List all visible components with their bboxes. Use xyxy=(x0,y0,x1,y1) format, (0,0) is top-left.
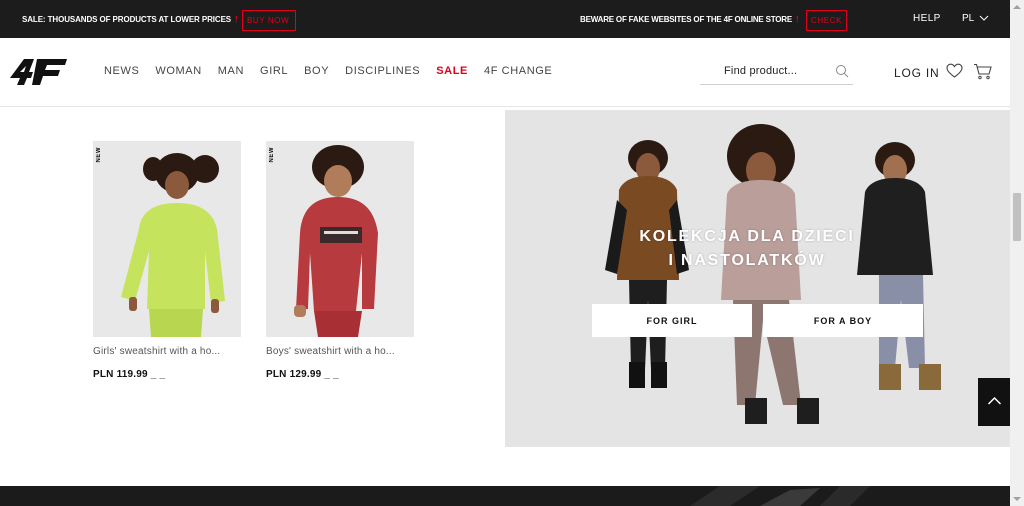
page: SALE: THOUSANDS OF PRODUCTS AT LOWER PRI… xyxy=(0,0,1024,506)
nav-man[interactable]: MAN xyxy=(218,65,244,77)
nav-girl[interactable]: GIRL xyxy=(260,65,288,77)
footer-image xyxy=(0,486,1010,506)
product-name[interactable]: Boys' sweatshirt with a ho... xyxy=(266,346,414,357)
main-nav: NEWS WOMAN MAN GIRL BOY DISCIPLINES SALE… xyxy=(104,65,568,77)
search-placeholder: Find product... xyxy=(724,65,798,77)
product-price: PLN 119.99 _ _ xyxy=(93,369,166,380)
banner-title-line2: I NASTOLATKÓW xyxy=(668,252,826,269)
login-link[interactable]: LOG IN xyxy=(894,66,939,80)
banner-title: KOLEKCJA DLA DZIECI I NASTOLATKÓW xyxy=(631,225,863,273)
scroll-up-arrow-icon[interactable] xyxy=(1013,4,1021,10)
brand-logo[interactable] xyxy=(7,56,69,86)
promo-bar: SALE: THOUSANDS OF PRODUCTS AT LOWER PRI… xyxy=(0,0,1010,38)
kids-models-photo xyxy=(505,110,1010,447)
back-to-top-button[interactable] xyxy=(978,378,1011,426)
nav-news[interactable]: NEWS xyxy=(104,65,139,77)
main-header: NEWS WOMAN MAN GIRL BOY DISCIPLINES SALE… xyxy=(0,38,1010,107)
warning-exclamation-icon: ! xyxy=(796,15,799,24)
help-link[interactable]: HELP xyxy=(913,13,941,24)
chevron-down-icon xyxy=(979,16,989,22)
scroll-down-arrow-icon[interactable] xyxy=(1013,496,1021,502)
sale-promo: SALE: THOUSANDS OF PRODUCTS AT LOWER PRI… xyxy=(22,15,238,24)
scrollbar-thumb[interactable] xyxy=(1013,193,1021,241)
new-badge: NEW xyxy=(96,147,102,163)
nav-sale[interactable]: SALE xyxy=(436,65,468,77)
product-price: PLN 129.99 _ _ xyxy=(266,369,339,380)
product-card[interactable]: NEW Boys' sweatshirt with a ho... PLN 12… xyxy=(266,141,414,380)
nav-boy[interactable]: BOY xyxy=(304,65,329,77)
cart-icon[interactable] xyxy=(973,63,992,80)
kids-collection-banner[interactable]: KOLEKCJA DLA DZIECI I NASTOLATKÓW FOR GI… xyxy=(505,110,1010,447)
nav-disciplines[interactable]: DISCIPLINES xyxy=(345,65,420,77)
new-badge: NEW xyxy=(269,147,275,163)
language-selector[interactable]: PL xyxy=(962,13,989,24)
exclamation-icon: ! xyxy=(235,15,238,24)
for-a-boy-button[interactable]: FOR A BOY xyxy=(763,304,923,337)
girl-model-illustration xyxy=(93,141,241,337)
banner-title-line1: KOLEKCJA DLA DZIECI xyxy=(639,228,855,245)
chevron-up-icon xyxy=(987,396,1002,405)
check-button[interactable]: CHECK xyxy=(806,10,847,31)
product-card[interactable]: NEW Girls' sweatshirt with a ho... PLN 1… xyxy=(93,141,241,380)
product-image[interactable]: NEW xyxy=(266,141,414,337)
nav-4f-change[interactable]: 4F CHANGE xyxy=(484,65,552,77)
heart-icon[interactable] xyxy=(946,63,963,79)
for-girl-button[interactable]: FOR GIRL xyxy=(592,304,752,337)
boy-model-illustration xyxy=(266,141,414,337)
search-input[interactable]: Find product... xyxy=(700,59,853,85)
search-icon[interactable] xyxy=(835,64,849,78)
language-label: PL xyxy=(962,13,974,24)
footer-banner-preview xyxy=(0,486,1010,506)
product-name[interactable]: Girls' sweatshirt with a ho... xyxy=(93,346,241,357)
nav-woman[interactable]: WOMAN xyxy=(155,65,201,77)
sale-promo-text: SALE: THOUSANDS OF PRODUCTS AT LOWER PRI… xyxy=(22,15,232,24)
scrollbar[interactable] xyxy=(1010,0,1024,506)
fake-websites-warning: BEWARE OF FAKE WEBSITES OF THE 4F ONLINE… xyxy=(580,15,799,24)
product-image[interactable]: NEW xyxy=(93,141,241,337)
buy-now-button[interactable]: BUY NOW xyxy=(242,10,296,31)
fake-warning-text: BEWARE OF FAKE WEBSITES OF THE 4F ONLINE… xyxy=(580,15,793,24)
